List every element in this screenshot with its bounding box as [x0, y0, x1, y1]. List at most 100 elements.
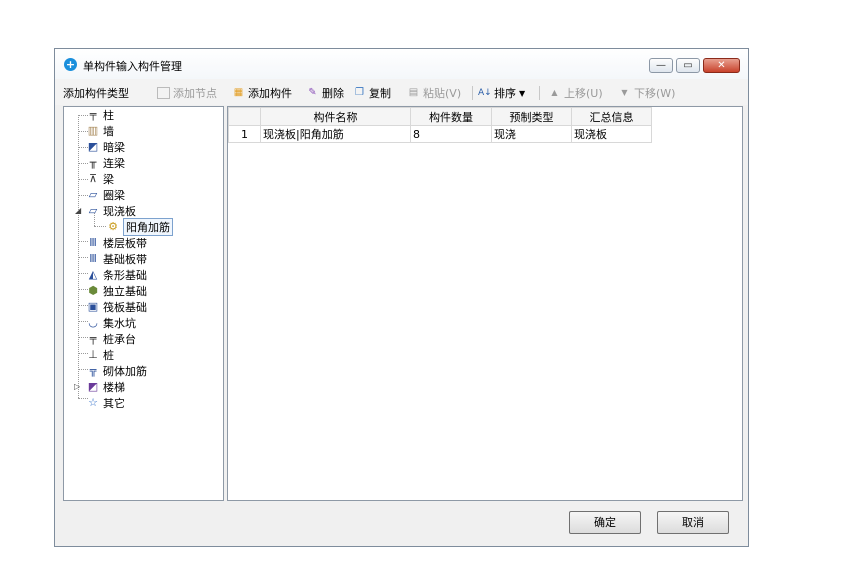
isolated-foundation-icon: ⬢: [88, 284, 98, 297]
tree-item-label: 独立基础: [103, 285, 147, 298]
tree-item-label: 现浇板: [103, 205, 136, 218]
foundation-strip-icon: Ⅲ: [89, 252, 97, 265]
dropdown-arrow-icon: ▼: [519, 88, 526, 98]
star-icon: ☆: [88, 396, 98, 409]
tree-item-cast-slab[interactable]: ▱ 现浇板: [86, 203, 136, 219]
column-icon: ╤: [89, 108, 97, 121]
component-table: 构件名称 构件数量 预制类型 汇总信息 1 现浇板|阳角加筋 8 现浇 现浇板: [228, 107, 652, 143]
tree-item-label: 楼层板带: [103, 237, 147, 250]
hidden-beam-icon: ◩: [87, 140, 99, 153]
tree-item-other[interactable]: ☆ 其它: [86, 395, 125, 411]
tree-item-stairs[interactable]: ◩ 楼梯: [86, 379, 125, 395]
move-down-label: 下移(W): [634, 87, 676, 100]
add-node-button[interactable]: 添加节点: [157, 85, 217, 101]
cell-count[interactable]: 8: [410, 125, 492, 143]
tree-item-masonry-rebar[interactable]: ╦ 砌体加筋: [86, 363, 147, 379]
tree-item-label: 集水坑: [103, 317, 136, 330]
column-header-name[interactable]: 构件名称: [260, 107, 411, 126]
raft-foundation-icon: ▣: [87, 300, 99, 313]
column-header-summary[interactable]: 汇总信息: [571, 107, 652, 126]
toolbar-separator: [539, 86, 540, 100]
tree-item-label: 柱: [103, 109, 114, 122]
row-number[interactable]: 1: [228, 125, 261, 143]
tree-item-link-beam[interactable]: ╥ 连梁: [86, 155, 125, 171]
tree-item-beam[interactable]: ⊼ 梁: [86, 171, 114, 187]
add-component-button[interactable]: ▦ 添加构件: [232, 85, 292, 101]
delete-button[interactable]: ✎ 删除: [306, 85, 344, 101]
component-manager-dialog: + 单构件输入构件管理 — ▭ ✕ 添加构件类型 添加节点 ▦ 添加构件 ✎ 删…: [54, 48, 749, 547]
tree-item-label: 连梁: [103, 157, 125, 170]
tree-item-strip-foundation[interactable]: ◭ 条形基础: [86, 267, 147, 283]
tree-item-hidden-beam[interactable]: ◩ 暗梁: [86, 139, 125, 155]
pile-icon: ⊥: [88, 348, 98, 361]
sump-pit-icon: ◡: [88, 316, 98, 329]
floor-strip-icon: Ⅲ: [89, 236, 97, 249]
add-type-label: 添加构件类型: [63, 87, 129, 100]
tree-item-floor-strip[interactable]: Ⅲ 楼层板带: [86, 235, 147, 251]
cell-name[interactable]: 现浇板|阳角加筋: [260, 125, 411, 143]
paste-button[interactable]: ▤ 粘贴(V): [407, 85, 461, 101]
close-button[interactable]: ✕: [703, 58, 740, 73]
delete-label: 删除: [322, 87, 344, 100]
tree-item-ring-beam[interactable]: ▱ 圈梁: [86, 187, 125, 203]
cast-slab-icon: ▱: [88, 204, 98, 217]
ring-beam-icon: ▱: [88, 188, 98, 201]
row-number-header: [228, 107, 261, 126]
cell-summary[interactable]: 现浇板: [571, 125, 652, 143]
move-up-label: 上移(U): [564, 87, 603, 100]
tree-item-label: 梁: [103, 173, 114, 186]
tree-item-raft-foundation[interactable]: ▣ 筏板基础: [86, 299, 147, 315]
toolbar-separator: [472, 86, 473, 100]
table-row[interactable]: 1 现浇板|阳角加筋 8 现浇 现浇板: [228, 125, 652, 143]
tree-item-label: 条形基础: [103, 269, 147, 282]
copy-label: 复制: [369, 87, 391, 100]
tree-item-label: 圈梁: [103, 189, 125, 202]
column-header-prefab[interactable]: 预制类型: [491, 107, 572, 126]
tree-item-pile-cap[interactable]: ╤ 桩承台: [86, 331, 136, 347]
add-node-label: 添加节点: [173, 87, 217, 100]
gear-icon: ⚙: [108, 220, 118, 233]
column-header-count[interactable]: 构件数量: [410, 107, 492, 126]
tree-item-isolated-foundation[interactable]: ⬢ 独立基础: [86, 283, 147, 299]
title-bar[interactable]: + 单构件输入构件管理 — ▭ ✕: [55, 49, 748, 80]
tree-item-label: 其它: [103, 397, 125, 410]
tree-item-label: 墙: [103, 125, 114, 138]
cancel-button[interactable]: 取消: [657, 511, 729, 534]
copy-button[interactable]: ❐ 复制: [353, 85, 391, 101]
eraser-icon: ✎: [308, 87, 317, 98]
tree-item-pile[interactable]: ⊥ 桩: [86, 347, 114, 363]
tree-item-column[interactable]: ╤ 柱: [86, 107, 114, 123]
tree-item-label: 基础板带: [103, 253, 147, 266]
window-title: 单构件输入构件管理: [83, 60, 182, 73]
sort-label: 排序: [494, 87, 516, 100]
strip-foundation-icon: ◭: [88, 268, 98, 281]
tree-item-label: 砌体加筋: [103, 365, 147, 378]
move-down-button[interactable]: ▼ 下移(W): [618, 85, 675, 101]
move-up-button[interactable]: ▲ 上移(U): [548, 85, 603, 101]
tree-item-sump-pit[interactable]: ◡ 集水坑: [86, 315, 136, 331]
tree-item-corner-rebar[interactable]: ⚙ 阳角加筋: [106, 218, 173, 236]
masonry-rebar-icon: ╦: [89, 364, 97, 377]
copy-icon: ❐: [355, 87, 364, 98]
add-node-icon: [157, 87, 170, 99]
sort-button[interactable]: A↓ 排序 ▼: [478, 85, 525, 101]
beam-icon: ⊼: [88, 172, 98, 185]
expand-toggle-icon[interactable]: ◢: [75, 206, 81, 215]
maximize-button[interactable]: ▭: [676, 58, 700, 73]
ok-button[interactable]: 确定: [569, 511, 641, 534]
tree-item-foundation-strip[interactable]: Ⅲ 基础板带: [86, 251, 147, 267]
stairs-icon: ◩: [87, 380, 99, 393]
tree-item-wall[interactable]: ▥ 墙: [86, 123, 114, 139]
component-grid: 构件名称 构件数量 预制类型 汇总信息 1 现浇板|阳角加筋 8 现浇 现浇板: [227, 106, 743, 501]
tree-item-label: 阳角加筋: [123, 218, 173, 236]
collapsed-toggle-icon[interactable]: ▷: [74, 382, 80, 391]
tree-item-label: 暗梁: [103, 141, 125, 154]
component-type-tree: ╤ 柱 ▥ 墙 ◩ 暗梁 ╥ 连梁 ⊼ 梁 ▱ 圈梁 ◢ ▱ 现浇板 ⚙ 阳角加…: [63, 106, 224, 501]
add-component-label: 添加构件: [248, 87, 292, 100]
add-type-button[interactable]: 添加构件类型: [63, 85, 129, 101]
link-beam-icon: ╥: [89, 156, 97, 169]
wall-icon: ▥: [87, 124, 99, 137]
cell-prefab[interactable]: 现浇: [491, 125, 572, 143]
minimize-button[interactable]: —: [649, 58, 673, 73]
add-component-icon: ▦: [233, 87, 244, 98]
